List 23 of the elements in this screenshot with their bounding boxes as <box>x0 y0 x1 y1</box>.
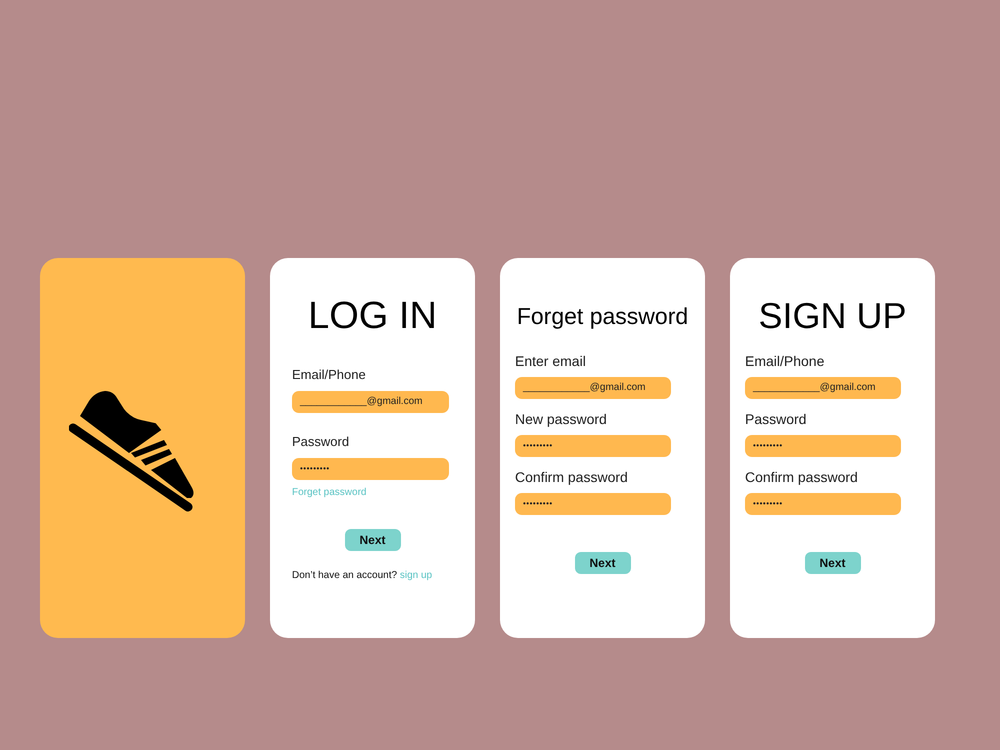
next-button[interactable]: Next <box>574 552 630 574</box>
password-field[interactable]: ••••••••• <box>292 458 449 480</box>
field-label: Email/Phone <box>292 367 367 383</box>
email-field[interactable]: ____________@gmail.com <box>745 377 901 399</box>
signup-prompt: Don’t have an account? sign up <box>292 569 434 583</box>
email-field[interactable]: ____________@gmail.com <box>292 391 449 413</box>
password-field[interactable]: ••••••••• <box>515 493 671 515</box>
screen-title: LOG IN <box>307 296 438 336</box>
field-label: Confirm password <box>745 469 859 485</box>
field-label: Confirm password <box>515 469 629 485</box>
field-label: Enter email <box>515 353 587 369</box>
password-field[interactable]: ••••••••• <box>515 435 671 457</box>
field-label: Email/Phone <box>745 353 826 369</box>
screen-title: SIGN UP <box>757 296 908 336</box>
password-field[interactable]: ••••••••• <box>745 493 901 515</box>
email-field[interactable]: ____________@gmail.com <box>515 377 671 399</box>
field-label: Password <box>292 434 350 450</box>
password-field[interactable]: ••••••••• <box>745 435 901 457</box>
screen-title: Forget password <box>516 302 690 331</box>
next-button[interactable]: Next <box>344 529 400 551</box>
field-label: New password <box>515 411 608 427</box>
next-button[interactable]: Next <box>804 552 860 574</box>
field-label: Password <box>745 411 808 427</box>
